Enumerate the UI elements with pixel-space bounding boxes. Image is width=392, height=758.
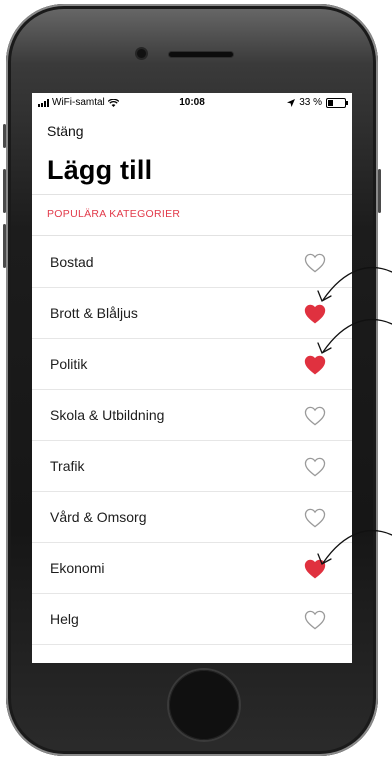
list-item[interactable]: Vård & Omsorg [32, 492, 352, 543]
power-button [378, 169, 381, 213]
heart-filled-icon[interactable] [304, 559, 326, 579]
home-button[interactable] [169, 670, 239, 740]
category-label: Helg [50, 611, 79, 627]
heart-outline-icon[interactable] [304, 457, 326, 477]
list-item[interactable]: Politik [32, 339, 352, 390]
heart-filled-icon[interactable] [304, 304, 326, 324]
battery-icon [326, 97, 348, 108]
heart-outline-icon[interactable] [304, 508, 326, 528]
category-label: Skola & Utbildning [50, 407, 165, 423]
row-divider [32, 644, 352, 645]
section-title: POPULÄRA KATEGORIER [47, 208, 181, 220]
battery-percent: 33 % [299, 97, 322, 108]
list-item[interactable]: Bostad [32, 237, 352, 288]
category-label: Politik [50, 356, 88, 372]
list-item[interactable]: Brott & Blåljus [32, 288, 352, 339]
close-button[interactable]: Stäng [47, 123, 84, 139]
mute-switch [3, 124, 6, 148]
status-right: 33 % [287, 97, 348, 108]
section-divider [32, 235, 352, 236]
list-item[interactable]: Trafik [32, 441, 352, 492]
list-item[interactable]: Ekonomi [32, 543, 352, 594]
heart-outline-icon[interactable] [304, 406, 326, 426]
list-item[interactable]: Skola & Utbildning [32, 390, 352, 441]
heart-outline-icon[interactable] [304, 253, 326, 273]
volume-down-button [3, 224, 6, 268]
page-title: Lägg till [47, 155, 153, 185]
earpiece-speaker [169, 52, 233, 57]
category-label: Bostad [50, 254, 94, 270]
heart-outline-icon[interactable] [304, 610, 326, 630]
volume-up-button [3, 169, 6, 213]
list-item[interactable]: Helg [32, 594, 352, 645]
front-camera [137, 49, 146, 58]
heart-filled-icon[interactable] [304, 355, 326, 375]
location-arrow-icon [287, 98, 296, 107]
category-label: Ekonomi [50, 560, 105, 576]
title-divider [32, 194, 352, 195]
app-screen: WiFi-samtal 10:08 33 % Stäng Lägg till P… [32, 93, 352, 663]
category-label: Brott & Blåljus [50, 305, 138, 321]
category-label: Vård & Omsorg [50, 509, 147, 525]
category-label: Trafik [50, 458, 85, 474]
status-bar: WiFi-samtal 10:08 33 % [32, 93, 352, 113]
